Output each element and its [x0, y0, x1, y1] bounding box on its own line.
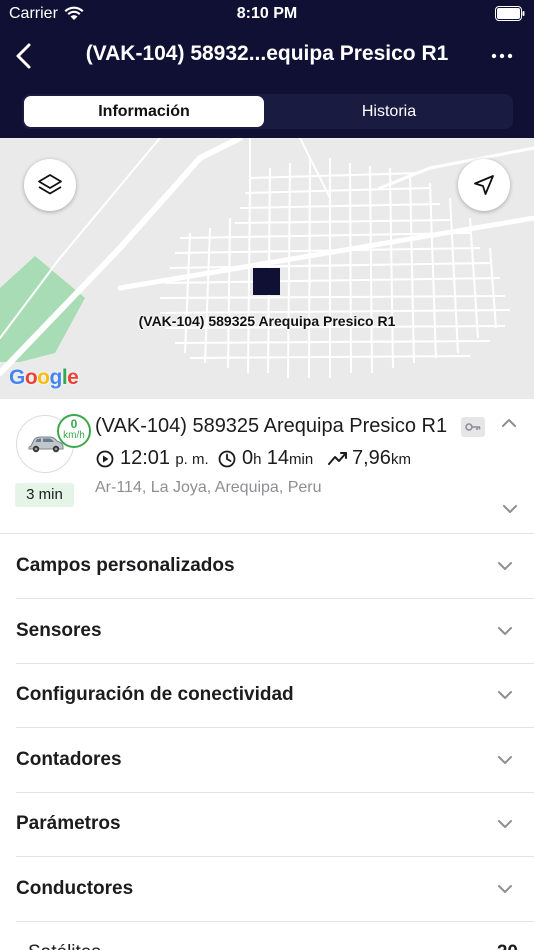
speed-unit: km/h — [63, 430, 85, 441]
satellites-label: Satélites — [28, 942, 101, 950]
location-arrow-icon — [474, 175, 494, 195]
map-layers-button[interactable] — [24, 159, 76, 211]
duration-minutes-unit: min — [289, 451, 314, 468]
expand-chevron-icon[interactable] — [502, 504, 518, 514]
my-location-button[interactable] — [458, 159, 510, 211]
tab-historia[interactable]: Historia — [267, 96, 511, 127]
section-parametros[interactable]: Parámetros — [16, 792, 534, 857]
trend-line-icon — [328, 452, 347, 465]
page-title: (VAK-104) 58932...equipa Presico R1 — [85, 42, 449, 65]
unit-name: (VAK-104) 589325 Arequipa Presico R1 — [95, 415, 448, 437]
satellites-row: Satélites 20 — [16, 921, 534, 950]
speed-badge: 0 km/h — [57, 414, 91, 448]
chevron-down-icon — [498, 627, 512, 635]
unit-summary-card[interactable]: 0 km/h 3 min (VAK-104) 589325 Arequipa P… — [0, 399, 534, 534]
map-marker-label: (VAK-104) 589325 Arequipa Presico R1 — [138, 313, 396, 329]
section-contadores[interactable]: Contadores — [16, 728, 534, 793]
play-clock-icon — [96, 450, 114, 468]
layers-icon — [38, 174, 62, 195]
duration-hours-unit: h — [253, 451, 262, 468]
chevron-down-icon — [498, 691, 512, 699]
section-label: Configuración de conectividad — [16, 684, 294, 705]
section-campos-personalizados[interactable]: Campos personalizados — [16, 534, 534, 599]
distance-value: 7,96 — [352, 447, 391, 469]
back-chevron-icon[interactable] — [12, 42, 36, 70]
segmented-control: Información Historia — [22, 94, 513, 129]
trip-start-value: 12:01 — [120, 447, 171, 469]
duration-minutes: 14 — [266, 447, 289, 469]
clock-icon — [218, 450, 236, 468]
unit-address: Ar-114, La Joya, Arequipa, Peru — [95, 479, 322, 496]
speed-value: 0 — [70, 417, 78, 431]
satellites-value: 20 — [497, 942, 518, 950]
distance-unit: km — [390, 451, 411, 468]
section-label: Conductores — [16, 878, 134, 899]
section-label: Campos personalizados — [16, 555, 235, 576]
google-logo: Google — [9, 366, 79, 389]
navigation-bar: (VAK-104) 58932...equipa Presico R1 — [0, 34, 534, 78]
section-sensores[interactable]: Sensores — [16, 599, 534, 664]
chevron-down-icon — [498, 562, 512, 570]
more-options-icon[interactable] — [488, 44, 516, 68]
chevron-down-icon — [498, 756, 512, 764]
trip-start-suffix: p. m. — [175, 451, 209, 468]
vehicle-map-marker[interactable] — [253, 268, 280, 295]
section-conductores[interactable]: Conductores — [16, 857, 534, 922]
section-label: Parámetros — [16, 813, 121, 834]
tab-informacion[interactable]: Información — [24, 96, 264, 127]
section-configuracion-conectividad[interactable]: Configuración de conectividad — [16, 663, 534, 728]
ignition-key-icon — [461, 417, 485, 437]
duration-hours: 0 — [242, 447, 254, 469]
battery-icon — [495, 6, 525, 21]
status-bar: Carrier 8:10 PM — [0, 0, 534, 28]
chevron-down-icon — [498, 820, 512, 828]
clock: 8:10 PM — [236, 5, 298, 22]
map-view[interactable]: (VAK-104) 589325 Arequipa Presico R1 Goo… — [0, 138, 534, 399]
last-update-badge: 3 min — [15, 483, 74, 507]
top-header: Carrier 8:10 PM (VAK-104) 58932...equipa… — [0, 0, 534, 138]
section-label: Contadores — [16, 749, 122, 770]
section-label: Sensores — [16, 620, 102, 641]
collapse-chevron-icon[interactable] — [500, 417, 518, 429]
chevron-down-icon — [498, 885, 512, 893]
